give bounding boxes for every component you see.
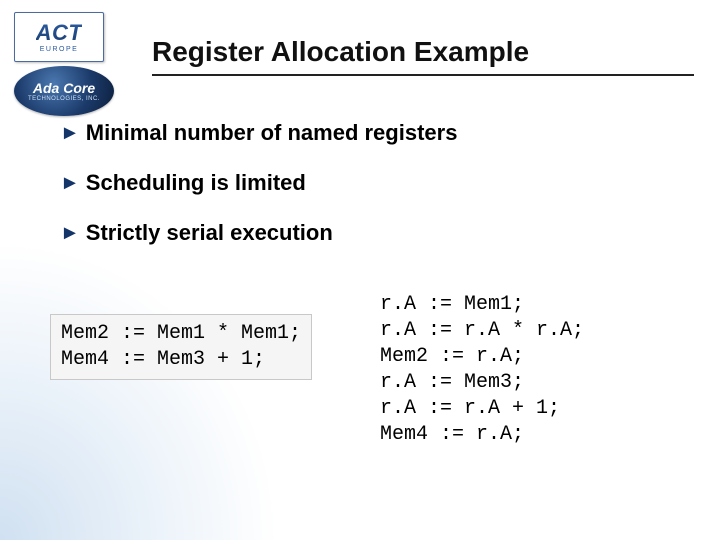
act-logo: ACT EUROPE: [14, 12, 104, 62]
code-block-right: r.A := Mem1; r.A := r.A * r.A; Mem2 := r…: [362, 292, 690, 448]
bullet-item: ► Scheduling is limited: [60, 170, 680, 196]
bullet-item: ► Minimal number of named registers: [60, 120, 680, 146]
title-wrap: Register Allocation Example: [152, 36, 694, 76]
logo-block: ACT EUROPE Ada Core TECHNOLOGIES, INC.: [14, 12, 114, 116]
adacore-logo-subtext: TECHNOLOGIES, INC.: [28, 96, 100, 102]
adacore-logo: Ada Core TECHNOLOGIES, INC.: [14, 66, 114, 116]
act-logo-text: ACT: [36, 22, 83, 44]
bullet-text: Minimal number of named registers: [86, 120, 458, 146]
code-area: Mem2 := Mem1 * Mem1; Mem4 := Mem3 + 1; r…: [50, 292, 690, 448]
bullet-arrow-icon: ►: [60, 220, 80, 246]
bullet-text: Scheduling is limited: [86, 170, 306, 196]
code-block-left: Mem2 := Mem1 * Mem1; Mem4 := Mem3 + 1;: [50, 314, 312, 380]
bullet-item: ► Strictly serial execution: [60, 220, 680, 246]
code-left-wrap: Mem2 := Mem1 * Mem1; Mem4 := Mem3 + 1;: [50, 292, 362, 448]
bullet-arrow-icon: ►: [60, 120, 80, 146]
bullet-list: ► Minimal number of named registers ► Sc…: [60, 120, 680, 270]
slide-title: Register Allocation Example: [152, 36, 694, 76]
bullet-arrow-icon: ►: [60, 170, 80, 196]
adacore-logo-text: Ada Core: [33, 81, 95, 95]
bullet-text: Strictly serial execution: [86, 220, 333, 246]
act-logo-subtext: EUROPE: [40, 46, 79, 53]
